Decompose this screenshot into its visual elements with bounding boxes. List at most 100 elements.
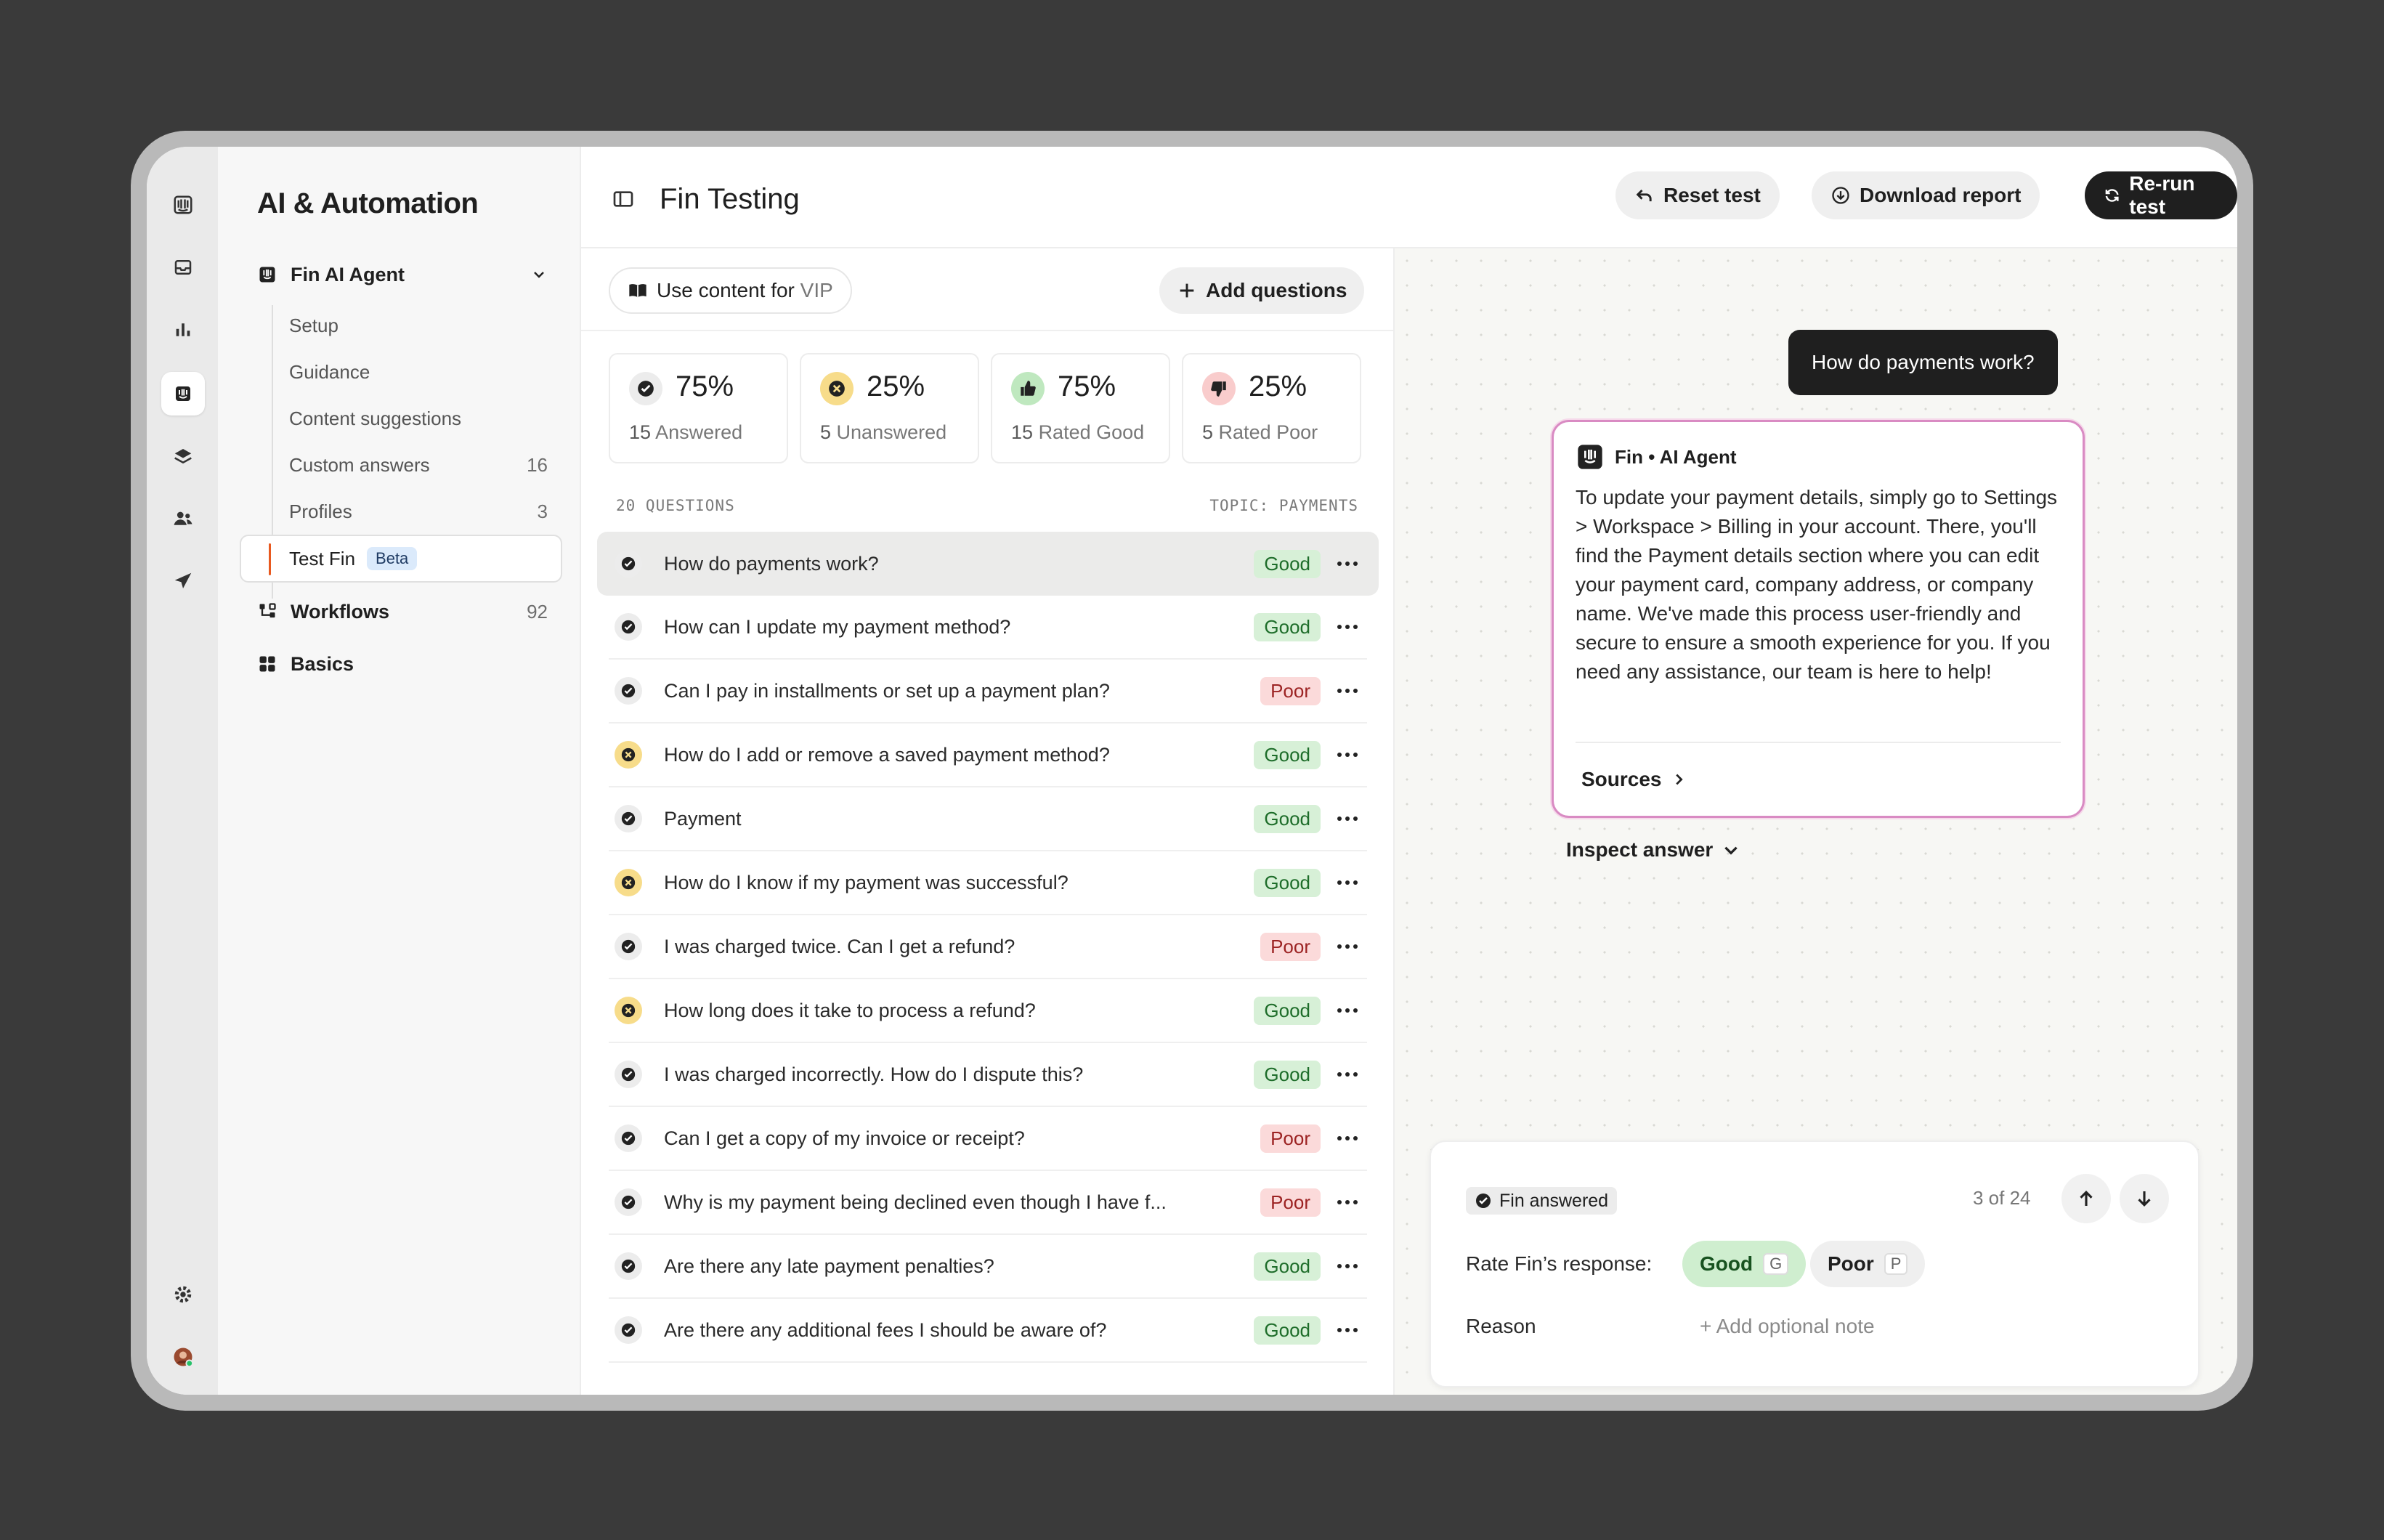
question-row[interactable]: How can I update my payment method? Good [609,596,1367,660]
chevron-down-icon[interactable] [530,266,548,283]
more-options-icon[interactable] [1335,561,1360,567]
next-question-button[interactable] [2120,1174,2169,1223]
arrow-up-icon [2080,1191,2093,1206]
question-text: How can I update my payment method? [664,615,1011,638]
more-options-icon[interactable] [1335,1199,1360,1205]
reports-icon[interactable] [161,308,205,352]
sidebar-item-setup[interactable]: Setup [289,308,548,343]
sidebar-item-profiles[interactable]: Profiles 3 [289,494,548,529]
sidebar-item-fin-ai-agent[interactable]: Fin AI Agent [257,257,548,292]
more-options-icon[interactable] [1335,816,1360,822]
chevron-down-icon [1724,846,1738,855]
reset-test-button[interactable]: Reset test [1615,171,1780,219]
question-row[interactable]: I was charged incorrectly. How do I disp… [609,1043,1367,1107]
divider [581,330,1393,331]
download-report-button[interactable]: Download report [1812,171,2040,219]
question-text: How long does it take to process a refun… [664,999,1036,1021]
sidebar-item-label: Guidance [289,360,370,383]
intercom-logo-icon[interactable] [161,183,205,227]
panel-toggle-icon[interactable] [612,187,635,211]
sidebar-item-test-fin[interactable]: Test Fin Beta [240,535,562,583]
sidebar-item-label: Basics [291,652,354,675]
sidebar-item-basics[interactable]: Basics [257,647,548,681]
question-text: Are there any additional fees I should b… [664,1318,1107,1341]
rating-badge: Good [1254,1252,1321,1281]
knowledge-layers-icon[interactable] [161,434,205,478]
sidebar-item-workflows[interactable]: Workflows 92 [257,594,548,629]
rate-label: Rate Fin’s response: [1466,1252,1653,1275]
user-avatar[interactable] [161,1335,205,1379]
rate-good-button[interactable]: Good G [1682,1241,1807,1287]
stat-label: 15 Rated Good [1011,421,1144,444]
rating-badge: Poor [1260,676,1321,705]
question-row[interactable]: How long does it take to process a refun… [609,979,1367,1043]
more-options-icon[interactable] [1335,624,1360,630]
stat-percent: 75% [1058,370,1116,402]
more-options-icon[interactable] [1335,1263,1360,1269]
fin-agent-icon [259,267,275,283]
fin-answer-card: Fin • AI Agent To update your payment de… [1552,420,2085,818]
question-text: Why is my payment being declined even th… [664,1191,1167,1213]
sidebar-item-label: Content suggestions [289,407,462,429]
ai-agent-icon[interactable] [161,372,205,416]
rate-poor-button[interactable]: Poor P [1810,1241,1926,1287]
stat-count: 15 [1011,421,1034,443]
sources-link[interactable]: Sources [1581,768,1687,791]
stat-label-text: Rated Poor [1218,421,1318,443]
add-questions-button[interactable]: Add questions [1159,267,1365,314]
more-options-icon[interactable] [1335,880,1360,885]
more-options-icon[interactable] [1335,688,1360,694]
settings-gear-icon[interactable] [161,1273,205,1316]
more-options-icon[interactable] [1335,1327,1360,1333]
fin-logo-icon [1578,445,1602,469]
previous-question-button[interactable] [2061,1174,2111,1223]
more-options-icon[interactable] [1335,1071,1360,1077]
use-content-for-button[interactable]: Use content for VIP [609,267,852,314]
question-row[interactable]: How do payments work? Good [597,532,1379,596]
check-circle-icon [1476,1194,1491,1208]
app-window: AI & Automation Fin AI Agent Setup Guida… [147,147,2237,1395]
question-row[interactable]: Are there any additional fees I should b… [609,1299,1367,1363]
more-options-icon[interactable] [1335,1135,1360,1141]
rating-badge: Good [1254,1316,1321,1345]
sidebar-item-custom-answers[interactable]: Custom answers 16 [289,447,548,482]
sidebar-item-label: Profiles [289,500,352,522]
add-note-input[interactable]: + Add optional note [1700,1315,1875,1338]
thumbs-down-icon [1202,372,1236,405]
stat-label-text: Unanswered [836,421,947,443]
stat-rated-poor[interactable]: 25% 5 Rated Poor [1182,353,1361,463]
item-count: 3 [537,500,548,522]
question-row[interactable]: I was charged twice. Can I get a refund?… [609,915,1367,979]
question-row[interactable]: Why is my payment being declined even th… [609,1171,1367,1235]
question-text: I was charged twice. Can I get a refund? [664,935,1015,957]
sidebar-item-content-suggestions[interactable]: Content suggestions [289,401,548,436]
stat-unanswered[interactable]: 25% 5 Unanswered [800,353,979,463]
check-circle-icon [615,613,642,641]
rating-badge: Good [1254,868,1321,897]
rating-badge: Good [1254,549,1321,578]
rating-badge: Poor [1260,932,1321,961]
check-circle-icon [615,1316,642,1344]
sidebar-item-guidance[interactable]: Guidance [289,354,548,389]
stat-rated-good[interactable]: 75% 15 Rated Good [991,353,1170,463]
question-row[interactable]: Are there any late payment penalties? Goo… [609,1235,1367,1299]
inbox-icon[interactable] [161,246,205,289]
more-options-icon[interactable] [1335,752,1360,758]
question-row[interactable]: How do I add or remove a saved payment m… [609,724,1367,787]
more-options-icon[interactable] [1335,944,1360,949]
rating-badge: Poor [1260,1124,1321,1153]
audience-value: VIP [800,279,833,301]
stat-answered[interactable]: 75% 15 Answered [609,353,788,463]
outbound-send-icon[interactable] [161,559,205,603]
question-row[interactable]: Can I pay in installments or set up a pa… [609,660,1367,724]
item-count: 16 [527,453,548,476]
more-options-icon[interactable] [1335,1008,1360,1013]
check-circle-icon [615,1188,642,1216]
inspect-answer-toggle[interactable]: Inspect answer [1566,838,1740,862]
rerun-test-button[interactable]: Re-run test [2085,171,2237,219]
question-row[interactable]: How do I know if my payment was successf… [609,851,1367,915]
contacts-icon[interactable] [161,497,205,540]
stat-label-text: Answered [655,421,743,443]
question-row[interactable]: Payment Good [609,787,1367,851]
question-row[interactable]: Can I get a copy of my invoice or receip… [609,1107,1367,1171]
